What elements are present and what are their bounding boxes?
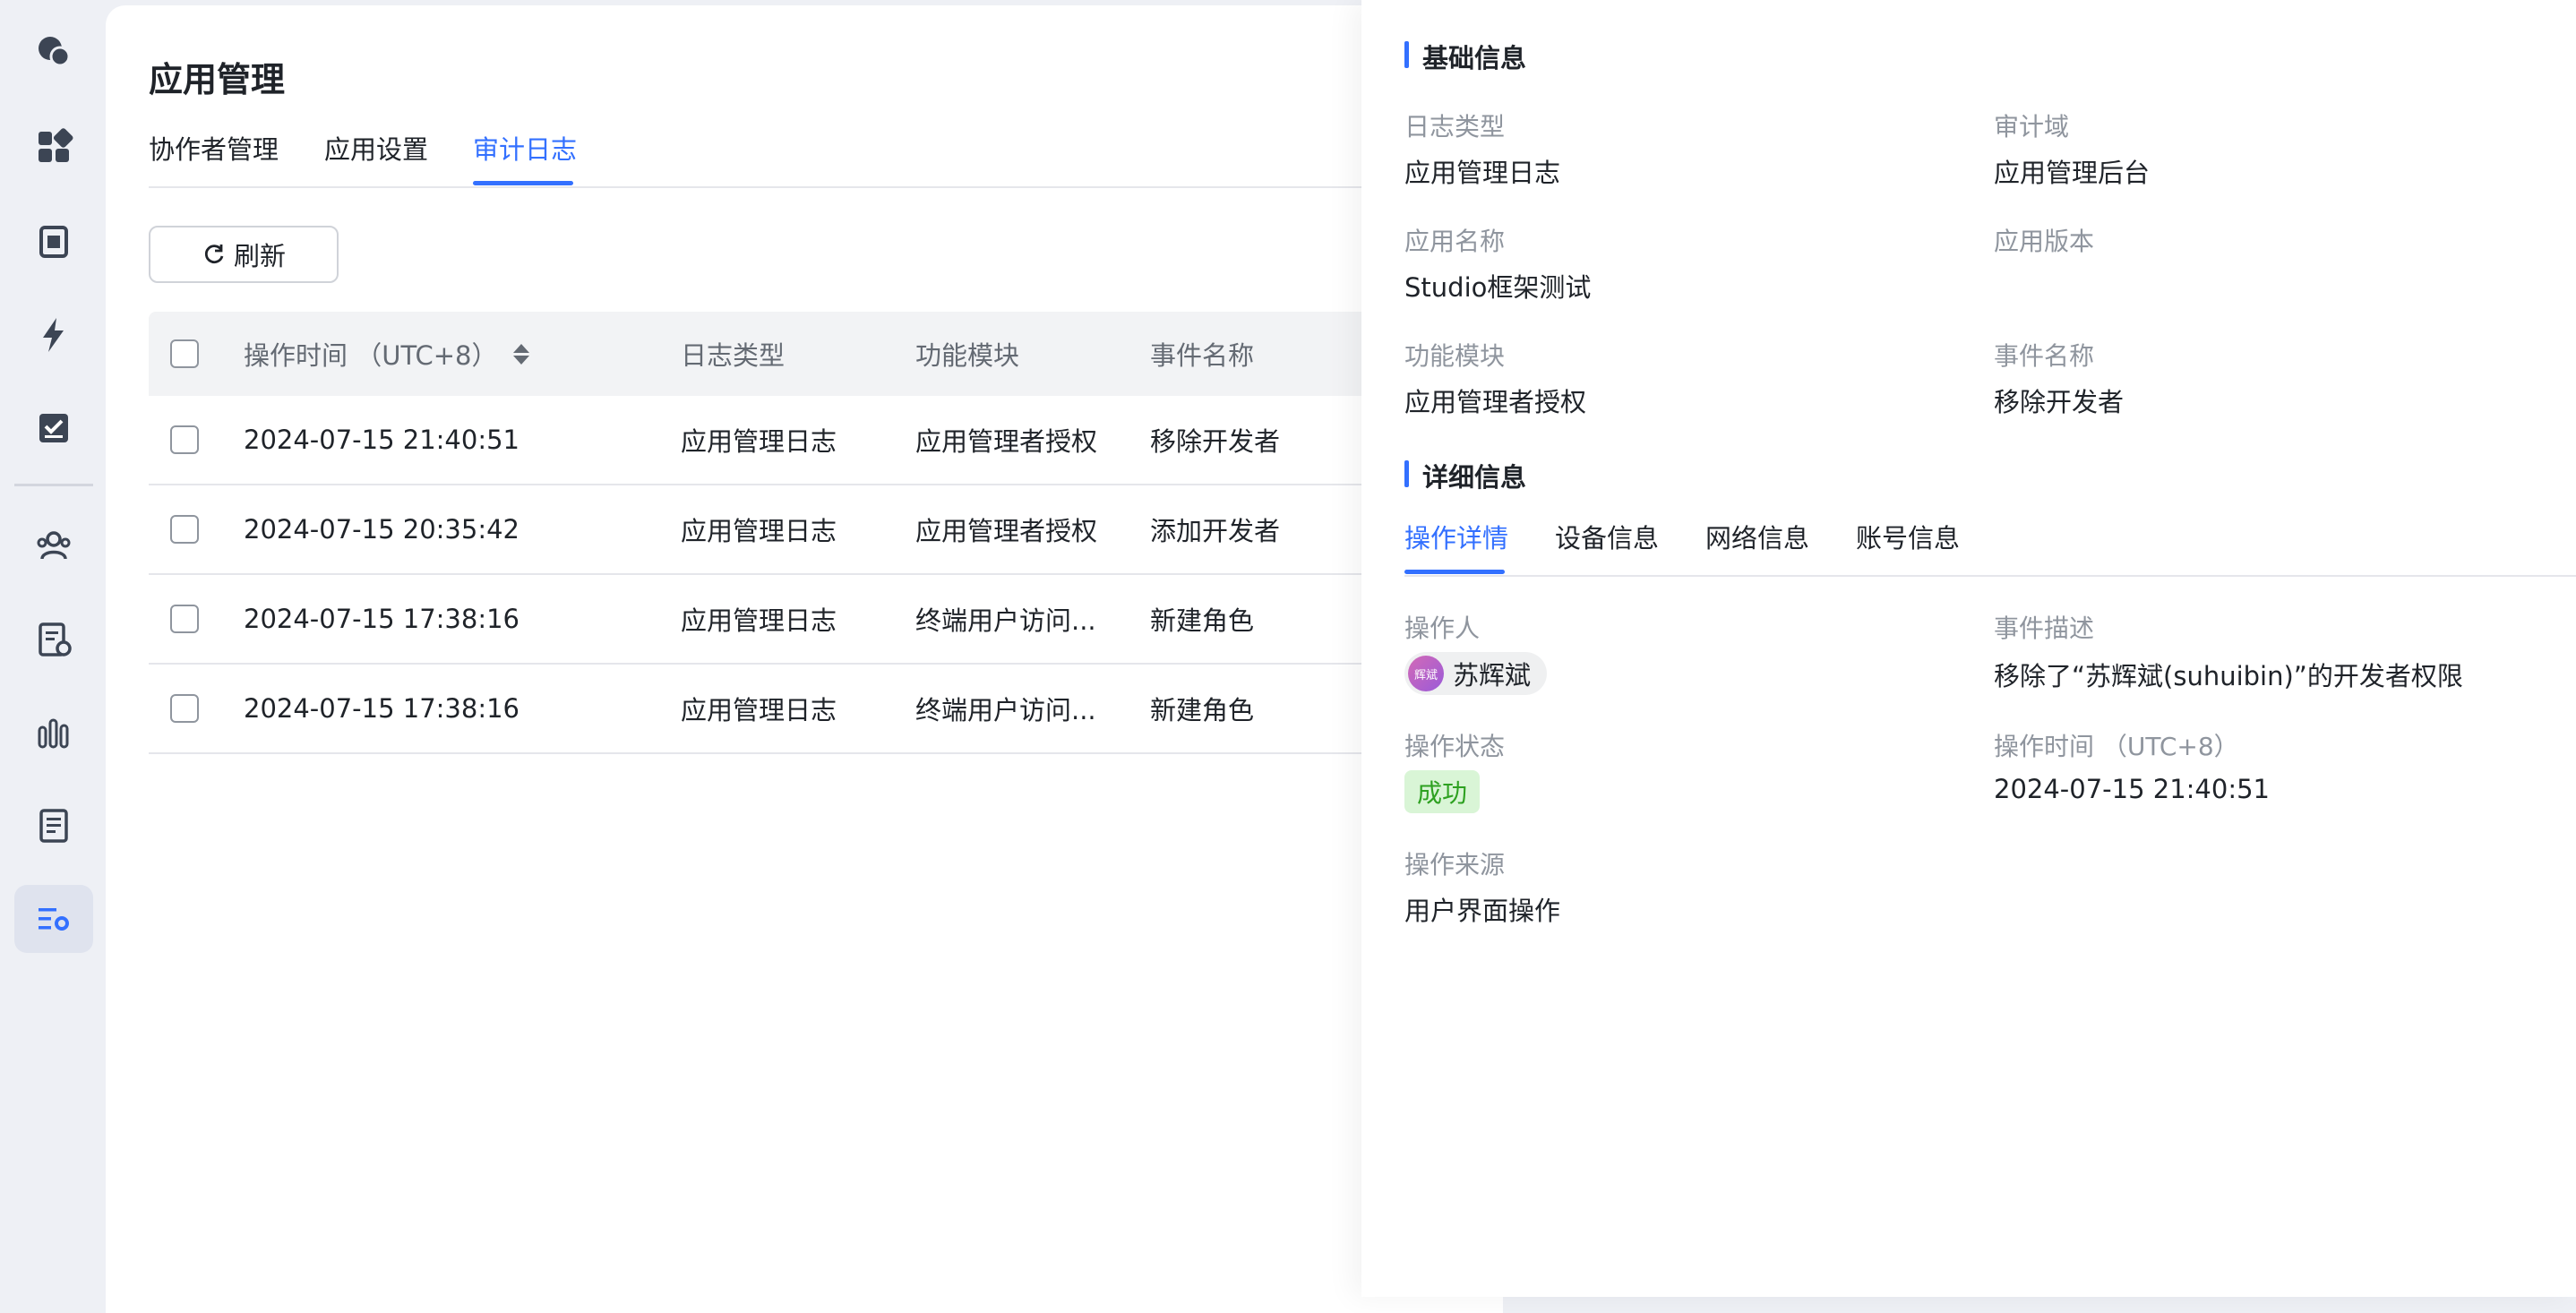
cell-event: 新建角色	[1150, 605, 1255, 636]
list-settings-icon	[39, 908, 69, 931]
log-type-label: 日志类型	[1404, 112, 1506, 142]
column-header-log-type: 日志类型	[681, 340, 786, 371]
page-title: 应用管理	[149, 60, 286, 99]
tab-bar: 协作者管理 应用设置 审计日志	[149, 124, 1503, 188]
refresh-label: 刷新	[233, 241, 286, 271]
tab-audit-log[interactable]: 审计日志	[473, 129, 577, 167]
file-text-icon	[39, 809, 68, 843]
sidebar-item-analytics[interactable]	[14, 699, 93, 767]
row-checkbox[interactable]	[170, 694, 199, 723]
tab-account-info[interactable]: 账号信息	[1856, 518, 1960, 555]
active-detail-tab-indicator	[1404, 570, 1505, 574]
sidebar-item-messages[interactable]	[14, 18, 93, 86]
table-header: 操作时间 （UTC+8） 日志类型 功能模块 事件名称	[149, 312, 1510, 396]
op-time-label: 操作时间 （UTC+8）	[1994, 732, 2239, 761]
app-version-label: 应用版本	[1994, 227, 2095, 256]
sidebar-item-members[interactable]	[14, 512, 93, 580]
cell-time: 2024-07-15 21:40:51	[244, 425, 519, 455]
event-desc-label: 事件描述	[1994, 614, 2095, 643]
column-header-module: 功能模块	[915, 340, 1020, 371]
cell-log-type: 应用管理日志	[681, 426, 837, 457]
cell-time: 2024-07-15 20:35:42	[244, 514, 519, 545]
audit-domain-label: 审计域	[1994, 112, 2070, 142]
audit-log-table: 操作时间 （UTC+8） 日志类型 功能模块 事件名称 2024-07-15 2…	[149, 312, 1510, 754]
tab-device-info[interactable]: 设备信息	[1555, 518, 1659, 555]
users-group-icon	[37, 531, 71, 560]
lightning-icon	[43, 318, 64, 352]
sidebar-item-approval[interactable]	[14, 394, 93, 462]
log-type-value: 应用管理日志	[1404, 158, 1561, 188]
operator-name: 苏辉斌	[1453, 660, 1532, 691]
source-label: 操作来源	[1404, 850, 1506, 880]
event-name-label: 事件名称	[1994, 341, 2095, 371]
active-tab-indicator	[473, 181, 573, 185]
cell-time: 2024-07-15 17:38:16	[244, 604, 519, 634]
module-label: 功能模块	[1404, 341, 1506, 371]
select-all-checkbox[interactable]	[170, 339, 199, 368]
document-stack-icon	[39, 226, 68, 258]
avatar: 辉斌	[1408, 656, 1444, 691]
status-badge: 成功	[1404, 770, 1481, 813]
row-checkbox[interactable]	[170, 425, 199, 454]
op-time-value: 2024-07-15 21:40:51	[1994, 774, 2270, 804]
table-row[interactable]: 2024-07-15 20:35:42 应用管理日志 应用管理者授权 添加开发者	[149, 485, 1510, 575]
detail-info-title: 详细信息	[1404, 457, 1526, 494]
operator-chip[interactable]: 辉斌 苏辉斌	[1404, 652, 1548, 695]
refresh-icon	[204, 245, 224, 264]
column-header-time-label: 操作时间 （UTC+8）	[244, 340, 498, 371]
cell-time: 2024-07-15 17:38:16	[244, 693, 519, 724]
table-row[interactable]: 2024-07-15 17:38:16 应用管理日志 终端用户访问... 新建角…	[149, 575, 1510, 665]
row-checkbox[interactable]	[170, 515, 199, 544]
app-name-label: 应用名称	[1404, 227, 1506, 256]
row-checkbox[interactable]	[170, 605, 199, 633]
sidebar-item-app-management[interactable]	[14, 885, 93, 953]
tab-collaborators[interactable]: 协作者管理	[149, 129, 279, 167]
cell-event: 移除开发者	[1150, 426, 1281, 457]
bar-chart-icon	[38, 718, 69, 749]
module-value: 应用管理者授权	[1404, 387, 1587, 417]
tab-operation-detail[interactable]: 操作详情	[1404, 518, 1508, 555]
main-panel: 应用管理 协作者管理 应用设置 审计日志 刷新 操作时间 （UTC+8） 日志类…	[106, 5, 1510, 1313]
cell-event: 新建角色	[1150, 695, 1255, 725]
log-detail-drawer: 基础信息 日志类型 应用管理日志 审计域 应用管理后台 应用名称 Studio框…	[1361, 0, 2576, 1297]
status-label: 操作状态	[1404, 732, 1506, 761]
cell-module: 应用管理者授权	[915, 426, 1098, 457]
table-row[interactable]: 2024-07-15 21:40:51 应用管理日志 应用管理者授权 移除开发者	[149, 396, 1510, 485]
sidebar-item-automation[interactable]	[14, 301, 93, 369]
document-gear-icon	[39, 622, 72, 656]
cell-module: 终端用户访问...	[915, 695, 1096, 725]
app-name-value: Studio框架测试	[1404, 272, 1592, 303]
sidebar-rail	[0, 0, 107, 1297]
operator-label: 操作人	[1404, 614, 1481, 643]
cell-log-type: 应用管理日志	[681, 605, 837, 636]
sort-icon[interactable]	[513, 343, 530, 365]
table-row[interactable]: 2024-07-15 17:38:16 应用管理日志 终端用户访问... 新建角…	[149, 665, 1510, 754]
sidebar-item-workplace[interactable]	[14, 113, 93, 181]
event-name-value: 移除开发者	[1994, 387, 2125, 417]
sidebar-divider	[14, 484, 93, 486]
cell-log-type: 应用管理日志	[681, 695, 837, 725]
source-value: 用户界面操作	[1404, 896, 1561, 926]
sidebar-item-logs[interactable]	[14, 792, 93, 860]
checklist-icon	[39, 414, 68, 442]
chat-bubbles-icon	[39, 37, 71, 67]
cell-log-type: 应用管理日志	[681, 516, 837, 546]
column-header-time[interactable]: 操作时间 （UTC+8）	[244, 312, 530, 396]
column-header-event: 事件名称	[1150, 340, 1255, 371]
cell-module: 终端用户访问...	[915, 605, 1096, 636]
basic-info-title: 基础信息	[1404, 38, 1526, 75]
grid-apps-icon	[39, 128, 73, 162]
tab-network-info[interactable]: 网络信息	[1705, 518, 1809, 555]
tab-app-settings[interactable]: 应用设置	[324, 129, 428, 167]
cell-module: 应用管理者授权	[915, 516, 1098, 546]
event-desc-value: 移除了“苏辉斌(suhuibin)”的开发者权限	[1994, 661, 2463, 691]
sidebar-item-docs[interactable]	[14, 208, 93, 276]
cell-event: 添加开发者	[1150, 516, 1281, 546]
audit-domain-value: 应用管理后台	[1994, 158, 2151, 188]
sidebar-item-form-settings[interactable]	[14, 605, 93, 674]
detail-tab-bar: 操作详情 设备信息 网络信息 账号信息	[1404, 507, 2576, 577]
refresh-button[interactable]: 刷新	[149, 226, 339, 283]
